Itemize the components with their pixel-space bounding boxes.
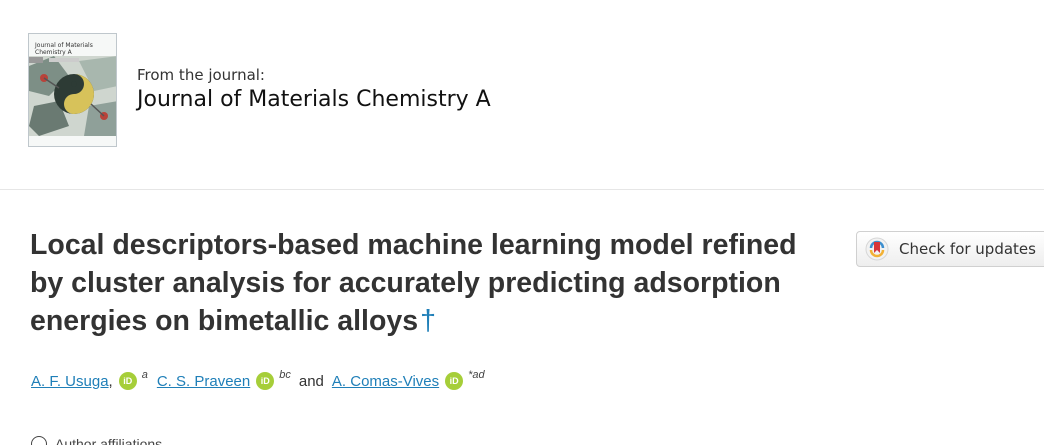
- author-affiliations-label: Author affiliations: [55, 436, 163, 445]
- affiliation-marker-comas-vives[interactable]: *ad: [468, 369, 485, 381]
- orcid-icon[interactable]: iD: [445, 372, 464, 390]
- journal-header: Journal of Materials Chemistry A From th…: [0, 0, 1044, 190]
- author-list: A. F. Usuga , iD a C. S. Praveen iD bc a…: [31, 369, 485, 390]
- affiliation-marker-usuga[interactable]: a: [142, 369, 148, 381]
- check-for-updates-label: Check for updates: [899, 240, 1036, 258]
- expand-circle-icon: [31, 436, 47, 445]
- author-link-praveen[interactable]: C. S. Praveen: [157, 373, 250, 390]
- journal-name-link[interactable]: Journal of Materials Chemistry A: [137, 87, 491, 112]
- cover-publisher-logo: [29, 57, 79, 63]
- orcid-icon[interactable]: iD: [118, 372, 137, 390]
- author-separator: ,: [108, 372, 113, 390]
- article-title-text: Local descriptors-based machine learning…: [30, 229, 797, 337]
- esi-dagger-link[interactable]: †: [420, 305, 436, 337]
- from-journal-label: From the journal:: [137, 66, 265, 84]
- article-title: Local descriptors-based machine learning…: [30, 226, 820, 340]
- cover-title: Journal of Materials Chemistry A: [35, 42, 93, 56]
- journal-cover-image[interactable]: Journal of Materials Chemistry A: [28, 33, 117, 147]
- author-affiliations-toggle[interactable]: Author affiliations: [31, 436, 162, 445]
- authors-joiner: and: [298, 372, 324, 390]
- orcid-icon[interactable]: iD: [256, 372, 275, 390]
- affiliation-marker-praveen[interactable]: bc: [279, 369, 291, 381]
- author-link-usuga[interactable]: A. F. Usuga: [31, 373, 109, 390]
- cover-artwork: [29, 56, 116, 136]
- check-for-updates-button[interactable]: Check for updates: [856, 231, 1044, 267]
- crossmark-icon: [865, 237, 889, 261]
- author-link-comas-vives[interactable]: A. Comas-Vives: [332, 373, 439, 390]
